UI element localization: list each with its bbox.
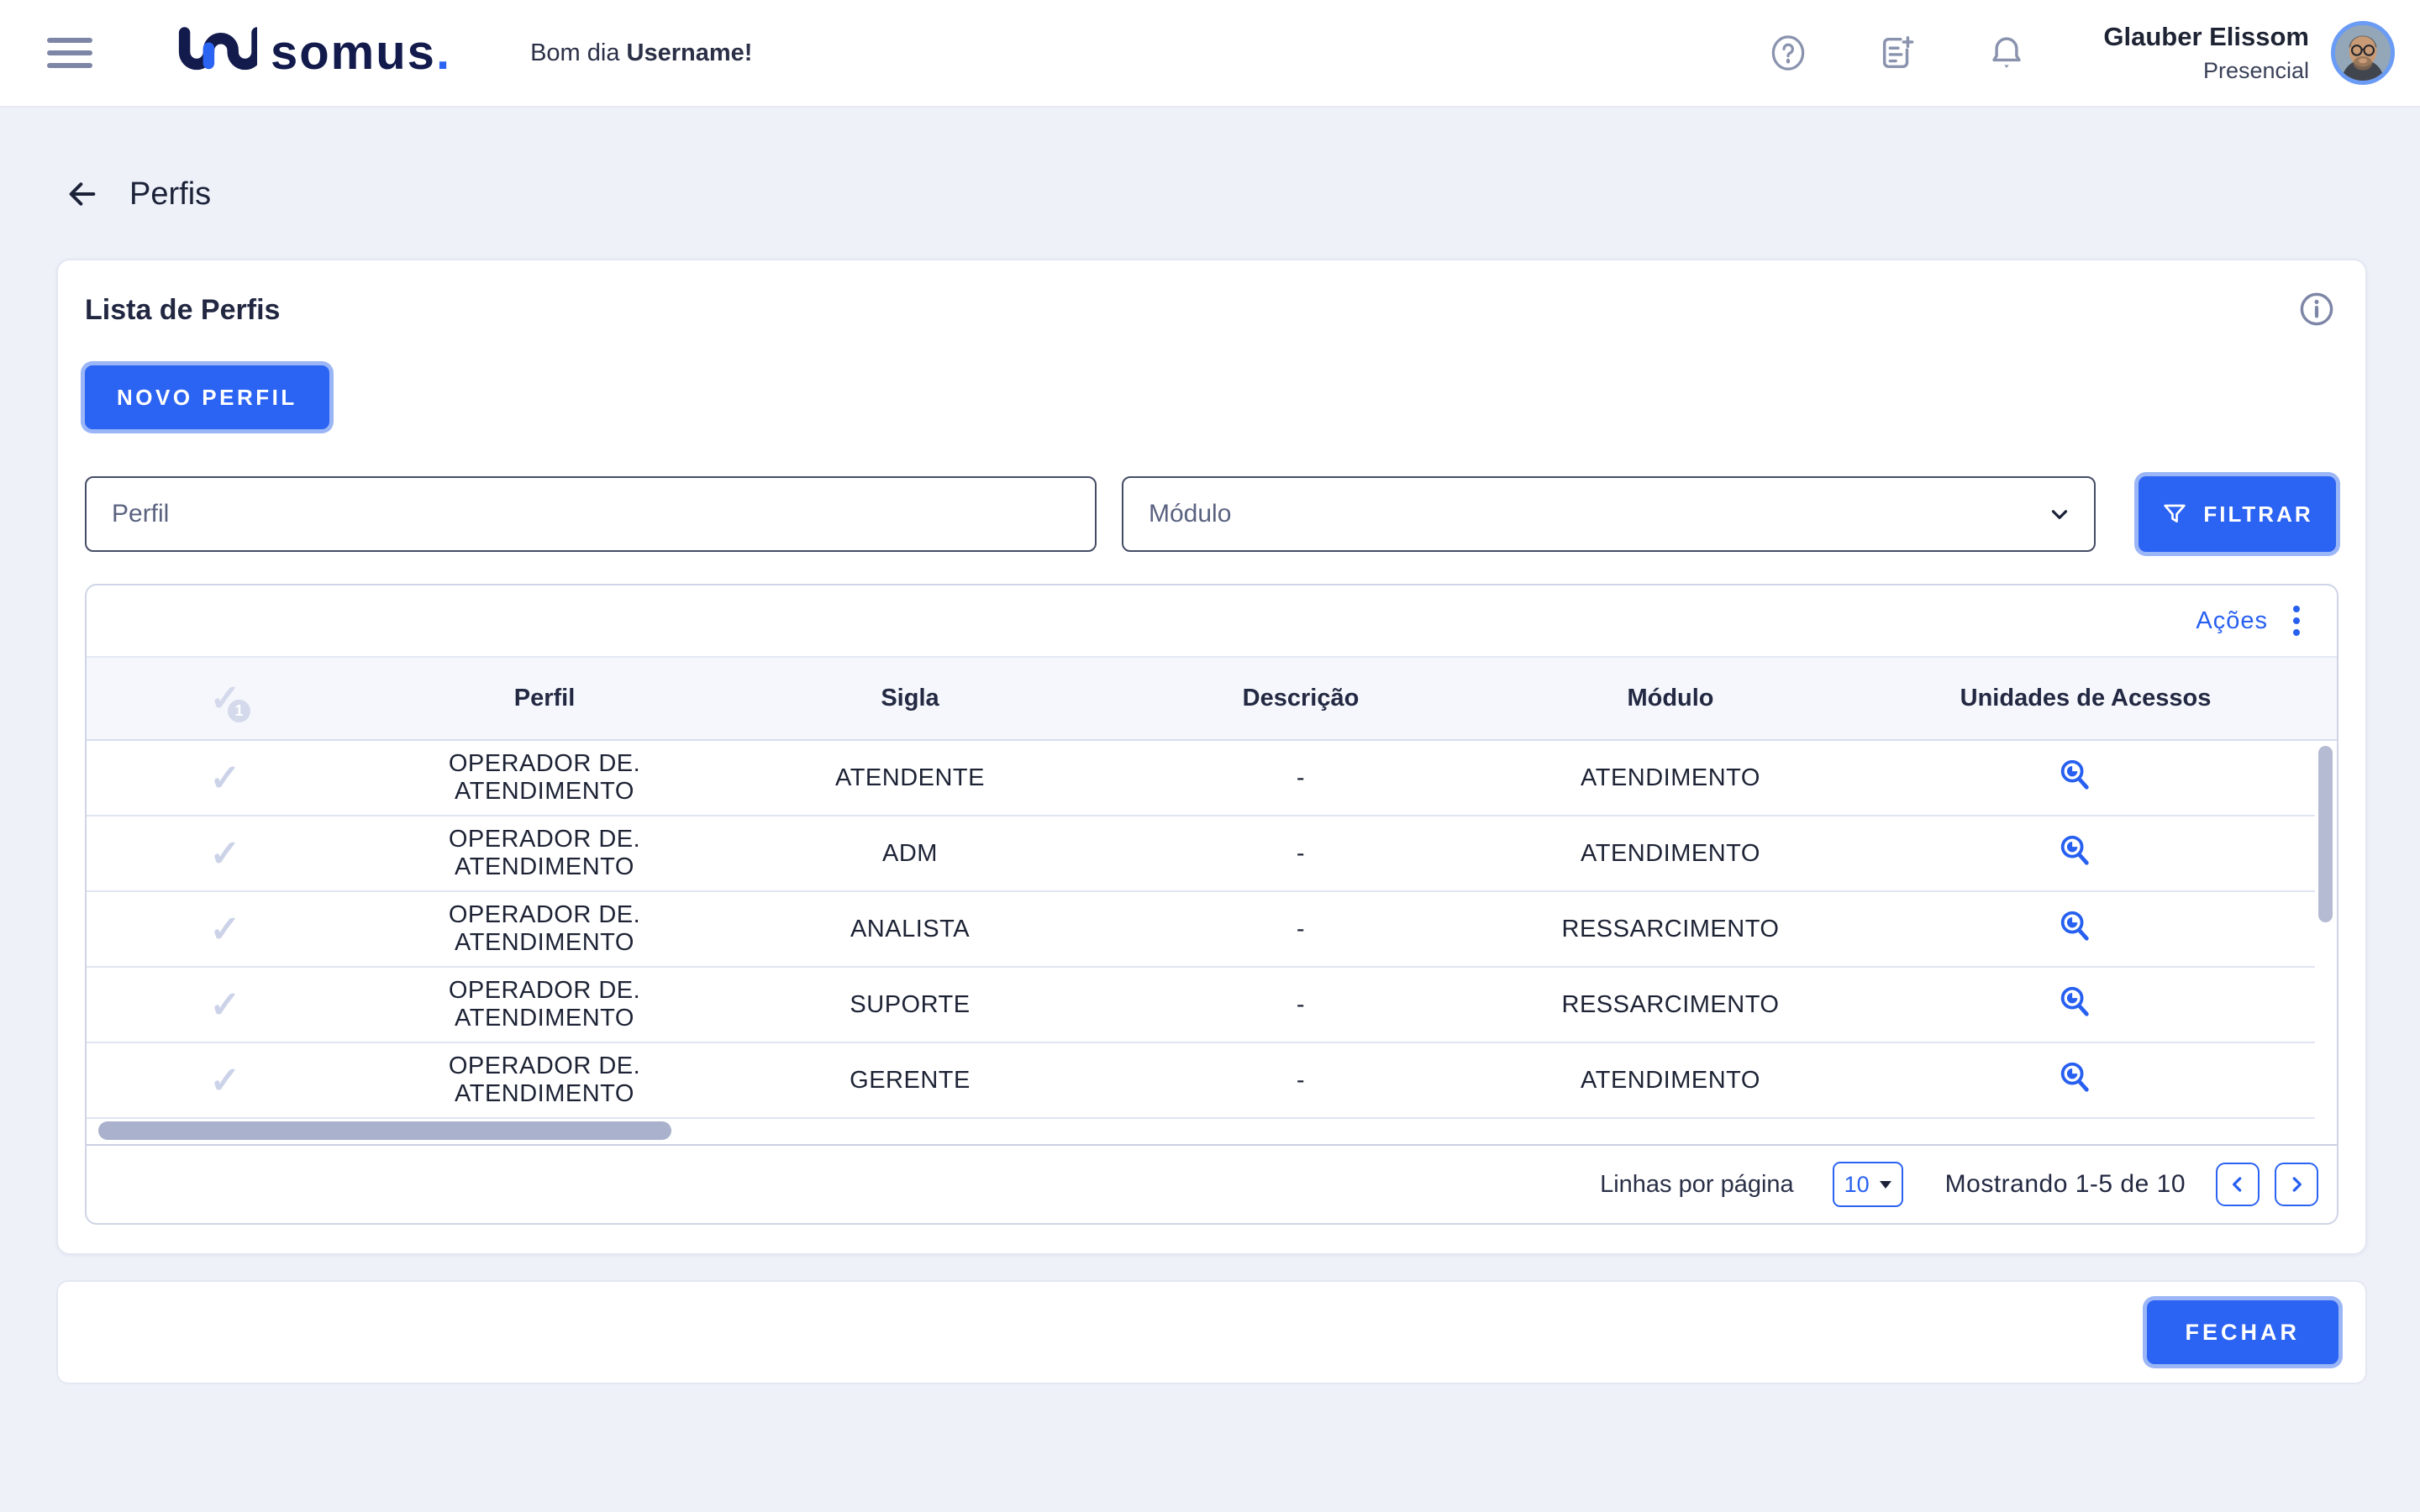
column-header-modulo: Módulo — [1507, 685, 1834, 712]
user-name: Glauber Elissom — [2103, 22, 2309, 52]
table-row[interactable]: ✓ OPERADOR DE. ATENDIMENTO SUPORTE - RES… — [87, 968, 2315, 1043]
table-header-row: ✓ 1 Perfil Sigla Descrição Módulo Unidad… — [87, 656, 2337, 741]
help-icon[interactable] — [1769, 34, 1807, 72]
rows-per-page-value: 10 — [1844, 1172, 1870, 1198]
cell-sigla: GERENTE — [725, 1067, 1095, 1095]
page-header: Perfis — [66, 175, 2420, 213]
greeting: Bom dia Username! — [530, 39, 752, 67]
check-icon: ✓ — [87, 908, 364, 951]
rows-per-page-select[interactable]: 10 — [1833, 1162, 1903, 1207]
top-bar: somus. Bom dia Username! — [0, 0, 2420, 108]
column-header-sigla: Sigla — [725, 685, 1095, 712]
column-header-unidades: Unidades de Acessos — [1834, 685, 2337, 712]
table-row[interactable]: ✓ OPERADOR DE. ATENDIMENTO ATENDENTE - A… — [87, 741, 2315, 816]
cell-modulo: ATENDIMENTO — [1507, 840, 1834, 868]
zoom-details-icon[interactable] — [2057, 757, 2092, 792]
card-title: Lista de Perfis — [85, 294, 2338, 327]
check-icon: ✓ — [87, 1059, 364, 1102]
chevron-down-icon — [2047, 501, 2072, 527]
table-actions-row: Ações — [87, 585, 2337, 656]
menu-icon[interactable] — [47, 38, 92, 68]
cell-modulo: ATENDIMENTO — [1507, 764, 1834, 792]
logo-mark-icon — [176, 26, 257, 80]
check-icon: ✓ — [87, 757, 364, 800]
vertical-scrollbar[interactable] — [2318, 746, 2333, 922]
logo-text: somus. — [271, 29, 451, 77]
perfis-table: Ações ✓ 1 Perfil Sigla Descrição Módulo … — [85, 584, 2338, 1225]
logo[interactable]: somus. — [176, 26, 451, 80]
cell-perfil: OPERADOR DE. ATENDIMENTO — [364, 750, 725, 806]
filters-row: Módulo FILTRAR — [85, 476, 2338, 552]
previous-page-button[interactable] — [2216, 1163, 2260, 1206]
fechar-button[interactable]: FECHAR — [2147, 1300, 2339, 1364]
select-all-header[interactable]: ✓ 1 — [87, 679, 364, 719]
filtrar-button[interactable]: FILTRAR — [2139, 476, 2336, 552]
cell-descricao: - — [1095, 1067, 1507, 1095]
showing-range-label: Mostrando 1-5 de 10 — [1945, 1170, 2186, 1199]
user-status: Presencial — [2103, 58, 2309, 84]
avatar[interactable] — [2331, 21, 2395, 85]
cell-sigla: ANALISTA — [725, 916, 1095, 943]
novo-perfil-button[interactable]: NOVO PERFIL — [85, 365, 329, 429]
table-row[interactable]: ✓ OPERADOR DE. ATENDIMENTO ADM - ATENDIM… — [87, 816, 2315, 892]
chevron-left-icon — [2227, 1173, 2249, 1195]
bell-icon[interactable] — [1987, 34, 2026, 72]
modulo-select-value: Módulo — [1149, 500, 1231, 528]
next-page-button[interactable] — [2275, 1163, 2318, 1206]
dropdown-arrow-icon — [1880, 1181, 1891, 1189]
cell-modulo: RESSARCIMENTO — [1507, 916, 1834, 943]
lista-de-perfis-card: Lista de Perfis NOVO PERFIL Módulo FIL — [56, 259, 2367, 1255]
check-badge-icon: ✓ 1 — [203, 679, 247, 719]
cell-sigla: SUPORTE — [725, 991, 1095, 1019]
check-icon: ✓ — [87, 832, 364, 875]
cell-descricao: - — [1095, 991, 1507, 1019]
pagination-row: Linhas por página 10 Mostrando 1-5 de 10 — [87, 1146, 2337, 1223]
horizontal-scrollbar[interactable] — [98, 1121, 671, 1140]
user-info[interactable]: Glauber Elissom Presencial — [2103, 22, 2309, 84]
page-title: Perfis — [129, 176, 211, 213]
modulo-select[interactable]: Módulo — [1122, 476, 2096, 552]
kebab-icon[interactable] — [2288, 601, 2305, 641]
cell-perfil: OPERADOR DE. ATENDIMENTO — [364, 826, 725, 881]
zoom-details-icon[interactable] — [2057, 832, 2092, 868]
perfil-input[interactable] — [85, 476, 1097, 552]
footer-bar: FECHAR — [56, 1280, 2367, 1384]
cell-descricao: - — [1095, 916, 1507, 943]
table-body: ✓ OPERADOR DE. ATENDIMENTO ATENDENTE - A… — [87, 741, 2337, 1119]
zoom-details-icon[interactable] — [2057, 908, 2092, 943]
cell-perfil: OPERADOR DE. ATENDIMENTO — [364, 977, 725, 1032]
cell-sigla: ADM — [725, 840, 1095, 868]
zoom-details-icon[interactable] — [2057, 984, 2092, 1019]
column-header-descricao: Descrição — [1095, 685, 1507, 712]
cell-modulo: ATENDIMENTO — [1507, 1067, 1834, 1095]
note-add-icon[interactable] — [1878, 34, 1917, 72]
cell-perfil: OPERADOR DE. ATENDIMENTO — [364, 1053, 725, 1108]
check-icon: ✓ — [87, 984, 364, 1026]
rows-per-page-label: Linhas por página — [1600, 1171, 1794, 1199]
chevron-right-icon — [2286, 1173, 2307, 1195]
horizontal-scrollbar-track — [87, 1119, 2337, 1146]
table-row[interactable]: ✓ OPERADOR DE. ATENDIMENTO ANALISTA - RE… — [87, 892, 2315, 968]
acoes-button[interactable]: Ações — [2196, 607, 2268, 635]
column-header-perfil: Perfil — [364, 685, 725, 712]
cell-descricao: - — [1095, 764, 1507, 792]
info-icon[interactable] — [2298, 291, 2335, 328]
cell-perfil: OPERADOR DE. ATENDIMENTO — [364, 901, 725, 957]
filter-icon — [2161, 501, 2203, 528]
zoom-details-icon[interactable] — [2057, 1059, 2092, 1095]
back-arrow-icon[interactable] — [66, 177, 99, 211]
table-row[interactable]: ✓ OPERADOR DE. ATENDIMENTO GERENTE - ATE… — [87, 1043, 2315, 1119]
cell-sigla: ATENDENTE — [725, 764, 1095, 792]
cell-modulo: RESSARCIMENTO — [1507, 991, 1834, 1019]
cell-descricao: - — [1095, 840, 1507, 868]
